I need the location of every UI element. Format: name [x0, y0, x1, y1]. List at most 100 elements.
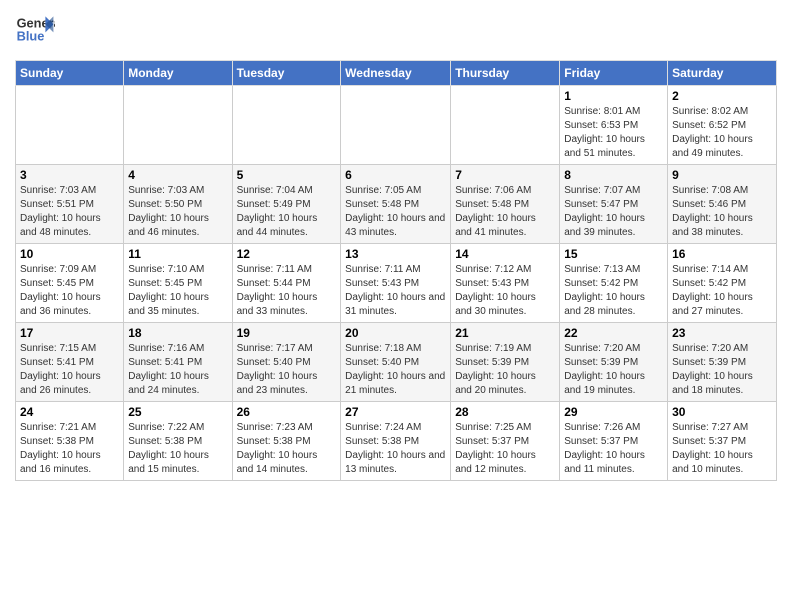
- calendar-cell: 25 Sunrise: 7:22 AMSunset: 5:38 PMDayligh…: [124, 402, 232, 481]
- day-number: 28: [455, 405, 555, 419]
- day-number: 3: [20, 168, 119, 182]
- day-info: Sunrise: 7:18 AMSunset: 5:40 PMDaylight:…: [345, 342, 446, 398]
- calendar-week-row: 1 Sunrise: 8:01 AMSunset: 6:53 PMDaylight…: [16, 86, 777, 165]
- day-info: Sunrise: 7:27 AMSunset: 5:37 PMDaylight:…: [672, 421, 772, 477]
- day-number: 12: [237, 247, 337, 261]
- day-info: Sunrise: 7:13 AMSunset: 5:42 PMDaylight:…: [564, 263, 663, 319]
- calendar-cell: 1 Sunrise: 8:01 AMSunset: 6:53 PMDaylight…: [560, 86, 668, 165]
- calendar-day-header: Saturday: [668, 61, 777, 86]
- logo: General Blue: [15, 10, 60, 50]
- day-info: Sunrise: 7:05 AMSunset: 5:48 PMDaylight:…: [345, 184, 446, 240]
- calendar-cell: 16 Sunrise: 7:14 AMSunset: 5:42 PMDayligh…: [668, 244, 777, 323]
- calendar-cell: 12 Sunrise: 7:11 AMSunset: 5:44 PMDayligh…: [232, 244, 341, 323]
- day-number: 13: [345, 247, 446, 261]
- day-info: Sunrise: 7:11 AMSunset: 5:43 PMDaylight:…: [345, 263, 446, 319]
- day-number: 25: [128, 405, 227, 419]
- calendar-cell: 23Sunrise: 7:20 AMSunset: 5:39 PMDayligh…: [668, 323, 777, 402]
- day-number: 24: [20, 405, 119, 419]
- calendar-cell: 8Sunrise: 7:07 AMSunset: 5:47 PMDaylight…: [560, 165, 668, 244]
- calendar-day-header: Wednesday: [341, 61, 451, 86]
- day-info: Sunrise: 7:24 AMSunset: 5:38 PMDaylight:…: [345, 421, 446, 477]
- calendar-day-header: Sunday: [16, 61, 124, 86]
- calendar-cell: [232, 86, 341, 165]
- day-number: 14: [455, 247, 555, 261]
- day-number: 29: [564, 405, 663, 419]
- calendar-cell: 24 Sunrise: 7:21 AMSunset: 5:38 PMDayligh…: [16, 402, 124, 481]
- day-info: Sunrise: 7:21 AMSunset: 5:38 PMDaylight:…: [20, 421, 119, 477]
- day-info: Sunrise: 7:09 AMSunset: 5:45 PMDaylight:…: [20, 263, 119, 319]
- calendar-cell: 11 Sunrise: 7:10 AMSunset: 5:45 PMDayligh…: [124, 244, 232, 323]
- day-number: 26: [237, 405, 337, 419]
- calendar-cell: 22 Sunrise: 7:20 AMSunset: 5:39 PMDayligh…: [560, 323, 668, 402]
- calendar-cell: 28 Sunrise: 7:25 AMSunset: 5:37 PMDayligh…: [451, 402, 560, 481]
- day-number: 5: [237, 168, 337, 182]
- day-info: Sunrise: 7:20 AMSunset: 5:39 PMDaylight:…: [564, 342, 663, 398]
- day-info: Sunrise: 7:14 AMSunset: 5:42 PMDaylight:…: [672, 263, 772, 319]
- calendar-cell: 15 Sunrise: 7:13 AMSunset: 5:42 PMDayligh…: [560, 244, 668, 323]
- calendar-day-header: Monday: [124, 61, 232, 86]
- calendar-cell: [451, 86, 560, 165]
- calendar-cell: 29 Sunrise: 7:26 AMSunset: 5:37 PMDayligh…: [560, 402, 668, 481]
- svg-text:Blue: Blue: [17, 28, 45, 43]
- day-number: 18: [128, 326, 227, 340]
- day-info: Sunrise: 7:15 AMSunset: 5:41 PMDaylight:…: [20, 342, 119, 398]
- calendar-week-row: 24 Sunrise: 7:21 AMSunset: 5:38 PMDayligh…: [16, 402, 777, 481]
- day-info: Sunrise: 8:01 AMSunset: 6:53 PMDaylight:…: [564, 105, 663, 161]
- day-number: 17: [20, 326, 119, 340]
- calendar-cell: 30 Sunrise: 7:27 AMSunset: 5:37 PMDayligh…: [668, 402, 777, 481]
- page-container: General Blue SundayMondayTuesdayWednesda…: [0, 0, 792, 491]
- calendar-week-row: 10 Sunrise: 7:09 AMSunset: 5:45 PMDayligh…: [16, 244, 777, 323]
- calendar-cell: [124, 86, 232, 165]
- calendar-cell: 19Sunrise: 7:17 AMSunset: 5:40 PMDayligh…: [232, 323, 341, 402]
- day-info: Sunrise: 7:03 AMSunset: 5:51 PMDaylight:…: [20, 184, 119, 240]
- calendar-cell: 6 Sunrise: 7:05 AMSunset: 5:48 PMDaylight…: [341, 165, 451, 244]
- calendar-cell: 26 Sunrise: 7:23 AMSunset: 5:38 PMDayligh…: [232, 402, 341, 481]
- day-number: 22: [564, 326, 663, 340]
- header: General Blue: [15, 10, 777, 50]
- day-info: Sunrise: 7:23 AMSunset: 5:38 PMDaylight:…: [237, 421, 337, 477]
- day-number: 19: [237, 326, 337, 340]
- day-number: 16: [672, 247, 772, 261]
- day-number: 4: [128, 168, 227, 182]
- calendar-cell: 20Sunrise: 7:18 AMSunset: 5:40 PMDayligh…: [341, 323, 451, 402]
- calendar-cell: 17 Sunrise: 7:15 AMSunset: 5:41 PMDayligh…: [16, 323, 124, 402]
- day-number: 11: [128, 247, 227, 261]
- day-info: Sunrise: 7:22 AMSunset: 5:38 PMDaylight:…: [128, 421, 227, 477]
- calendar-cell: 10 Sunrise: 7:09 AMSunset: 5:45 PMDayligh…: [16, 244, 124, 323]
- day-number: 9: [672, 168, 772, 182]
- day-number: 10: [20, 247, 119, 261]
- day-info: Sunrise: 7:04 AMSunset: 5:49 PMDaylight:…: [237, 184, 337, 240]
- day-number: 27: [345, 405, 446, 419]
- day-info: Sunrise: 8:02 AMSunset: 6:52 PMDaylight:…: [672, 105, 772, 161]
- calendar-cell: 4 Sunrise: 7:03 AMSunset: 5:50 PMDaylight…: [124, 165, 232, 244]
- calendar-cell: 7 Sunrise: 7:06 AMSunset: 5:48 PMDaylight…: [451, 165, 560, 244]
- day-number: 1: [564, 89, 663, 103]
- day-info: Sunrise: 7:10 AMSunset: 5:45 PMDaylight:…: [128, 263, 227, 319]
- calendar-cell: 13 Sunrise: 7:11 AMSunset: 5:43 PMDayligh…: [341, 244, 451, 323]
- day-number: 23: [672, 326, 772, 340]
- day-number: 7: [455, 168, 555, 182]
- day-info: Sunrise: 7:26 AMSunset: 5:37 PMDaylight:…: [564, 421, 663, 477]
- calendar-cell: 3 Sunrise: 7:03 AMSunset: 5:51 PMDaylight…: [16, 165, 124, 244]
- day-info: Sunrise: 7:16 AMSunset: 5:41 PMDaylight:…: [128, 342, 227, 398]
- day-info: Sunrise: 7:11 AMSunset: 5:44 PMDaylight:…: [237, 263, 337, 319]
- calendar-cell: [341, 86, 451, 165]
- day-number: 8: [564, 168, 663, 182]
- day-number: 6: [345, 168, 446, 182]
- calendar-cell: 9 Sunrise: 7:08 AMSunset: 5:46 PMDaylight…: [668, 165, 777, 244]
- day-info: Sunrise: 7:25 AMSunset: 5:37 PMDaylight:…: [455, 421, 555, 477]
- day-info: Sunrise: 7:06 AMSunset: 5:48 PMDaylight:…: [455, 184, 555, 240]
- calendar-cell: 21 Sunrise: 7:19 AMSunset: 5:39 PMDayligh…: [451, 323, 560, 402]
- calendar-cell: 27 Sunrise: 7:24 AMSunset: 5:38 PMDayligh…: [341, 402, 451, 481]
- calendar-cell: 2Sunrise: 8:02 AMSunset: 6:52 PMDaylight…: [668, 86, 777, 165]
- day-info: Sunrise: 7:19 AMSunset: 5:39 PMDaylight:…: [455, 342, 555, 398]
- calendar-cell: 14 Sunrise: 7:12 AMSunset: 5:43 PMDayligh…: [451, 244, 560, 323]
- day-number: 15: [564, 247, 663, 261]
- day-info: Sunrise: 7:08 AMSunset: 5:46 PMDaylight:…: [672, 184, 772, 240]
- day-number: 21: [455, 326, 555, 340]
- calendar-day-header: Tuesday: [232, 61, 341, 86]
- day-info: Sunrise: 7:12 AMSunset: 5:43 PMDaylight:…: [455, 263, 555, 319]
- calendar-cell: [16, 86, 124, 165]
- day-number: 30: [672, 405, 772, 419]
- day-info: Sunrise: 7:03 AMSunset: 5:50 PMDaylight:…: [128, 184, 227, 240]
